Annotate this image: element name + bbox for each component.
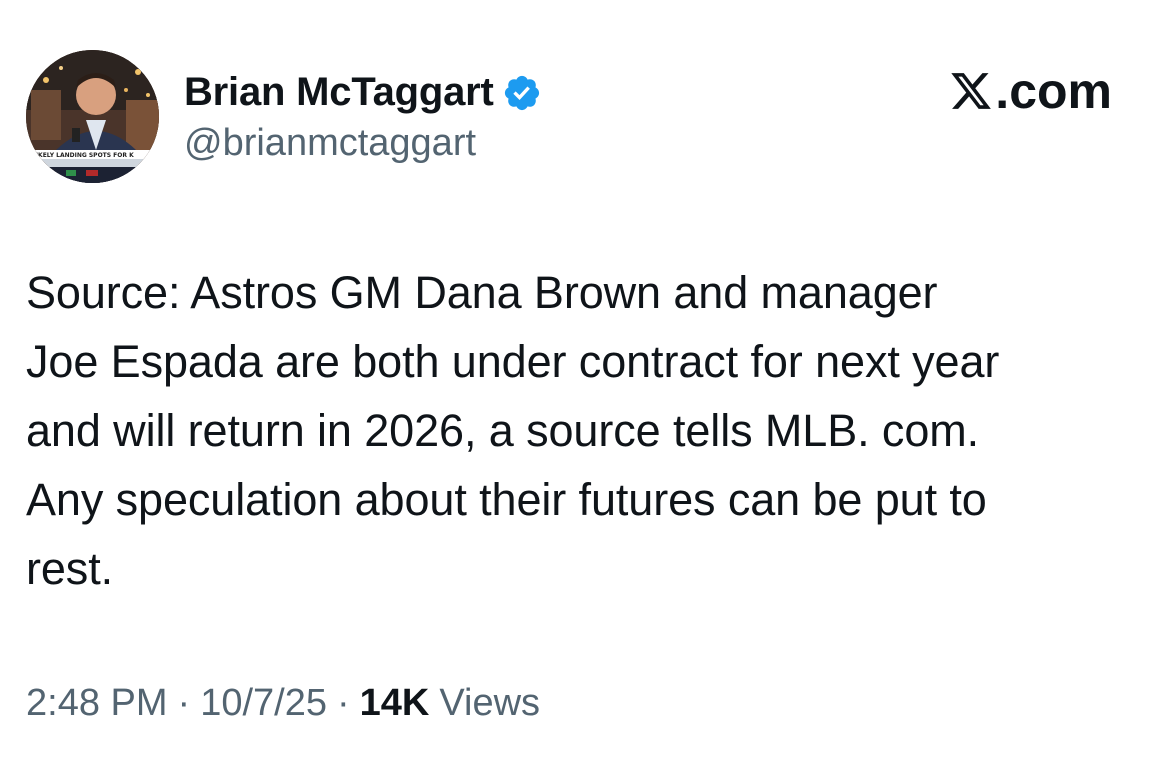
- meta-separator: ·: [177, 682, 191, 724]
- tweet-date[interactable]: 10/7/25: [200, 682, 327, 725]
- verified-badge-icon: [504, 75, 539, 111]
- x-logo-icon: [951, 73, 992, 109]
- svg-text:LIKELY LANDING SPOTS FOR K: LIKELY LANDING SPOTS FOR K: [32, 152, 134, 159]
- x-com-label: .com: [995, 63, 1112, 119]
- meta-separator: ·: [336, 682, 350, 724]
- author-handle[interactable]: @brianmctaggart: [184, 122, 476, 165]
- tweet-meta: 2:48 PM · 10/7/25 · 14K Views: [26, 682, 540, 725]
- views-count[interactable]: 14K: [360, 682, 430, 725]
- avatar[interactable]: LIKELY LANDING SPOTS FOR K: [26, 50, 159, 183]
- tweet-card: LIKELY LANDING SPOTS FOR K Brian McTagga…: [0, 0, 1170, 761]
- tweet-text: Source: Astros GM Dana Brown and manager…: [26, 267, 1000, 594]
- views-label[interactable]: Views: [439, 682, 540, 725]
- x-com-logo: .com: [949, 60, 1112, 122]
- tweet-time[interactable]: 2:48 PM: [26, 682, 168, 725]
- author-name-row: Brian McTaggart: [184, 66, 542, 118]
- author-display-name[interactable]: Brian McTaggart: [184, 70, 494, 115]
- profile-photo-icon: LIKELY LANDING SPOTS FOR K: [26, 50, 159, 183]
